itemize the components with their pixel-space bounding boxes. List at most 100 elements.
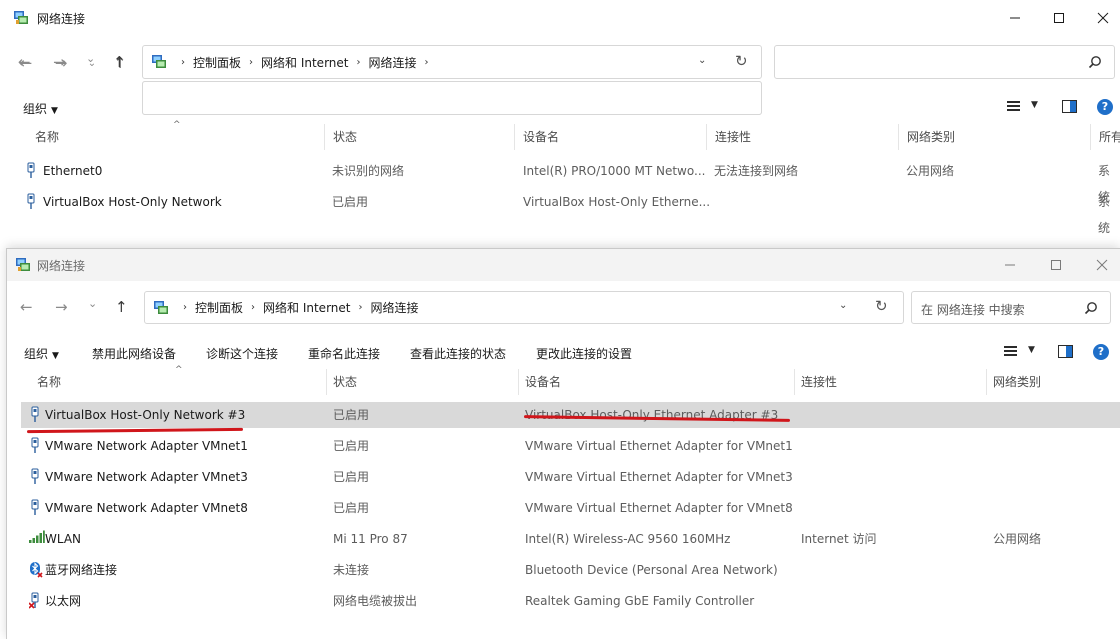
maximize-button[interactable] bbox=[1036, 0, 1082, 36]
row-device: VirtualBox Host-Only Etherne... bbox=[523, 195, 711, 209]
column-header-connectivity[interactable]: 连接性 bbox=[707, 124, 899, 150]
column-header-device[interactable]: 设备名 bbox=[519, 369, 795, 395]
row-device: Intel(R) PRO/1000 MT Netwo... bbox=[523, 164, 706, 178]
breadcrumb-network-connections[interactable]: 网络连接 bbox=[370, 299, 418, 316]
recent-locations-chevron-icon[interactable]: ⌄ bbox=[88, 297, 97, 310]
preview-pane-icon[interactable] bbox=[1062, 100, 1077, 113]
breadcrumb-control-panel[interactable]: 控制面板 bbox=[195, 299, 243, 316]
address-bar[interactable]: › 控制面板 › 网络和 Internet › 网络连接 ⌄ ↻ bbox=[144, 291, 904, 324]
breadcrumb-network-internet[interactable]: 网络和 Internet bbox=[263, 299, 350, 316]
view-options-icon[interactable] bbox=[1007, 101, 1020, 112]
title-bar: 网络连接 bbox=[0, 0, 1120, 36]
up-arrow-icon[interactable]: ↑ bbox=[113, 53, 126, 71]
window-network-connections-front: 网络连接 ← → ⌄ ↑ › 控制面板 › 网络和 Internet › 网络连… bbox=[6, 248, 1120, 639]
disable-device-button[interactable]: 禁用此网络设备 bbox=[92, 345, 176, 362]
column-header-category[interactable]: 网络类别 bbox=[899, 124, 1091, 150]
control-panel-icon bbox=[153, 300, 169, 316]
row-status: 网络电缆被拔出 bbox=[333, 594, 418, 608]
search-icon[interactable] bbox=[1088, 55, 1102, 72]
row-device: Intel(R) Wireless-AC 9560 160MHz bbox=[525, 532, 731, 546]
row-status: 未识别的网络 bbox=[332, 164, 405, 178]
table-row[interactable]: VirtualBox Host-Only Network 已启用 Virtual… bbox=[0, 189, 1120, 235]
preview-pane-icon[interactable] bbox=[1058, 345, 1073, 358]
up-arrow-icon[interactable]: ↑ bbox=[115, 298, 128, 316]
minimize-button[interactable] bbox=[1004, 259, 1016, 274]
organize-menu[interactable]: 组织 ▼ bbox=[23, 100, 58, 117]
change-settings-button[interactable]: 更改此连接的设置 bbox=[536, 345, 632, 362]
row-category: 公用网络 bbox=[906, 164, 955, 178]
column-header-status[interactable]: 状态 bbox=[325, 124, 515, 150]
refresh-icon[interactable]: ↻ bbox=[875, 297, 888, 315]
rename-connection-button[interactable]: 重命名此连接 bbox=[308, 345, 380, 362]
forward-arrow-icon[interactable]: → bbox=[55, 298, 68, 316]
ethernet-disconnected-icon bbox=[28, 592, 43, 612]
table-row[interactable]: VMware Network Adapter VMnet1 已启用 VMware V… bbox=[21, 433, 1120, 459]
organize-menu[interactable]: 组织 ▼ bbox=[24, 345, 59, 362]
address-history-dropdown-icon[interactable]: ⌄ bbox=[839, 300, 847, 311]
row-name: VMware Network Adapter VMnet8 bbox=[45, 501, 248, 515]
row-device: Bluetooth Device (Personal Area Network) bbox=[525, 563, 778, 577]
window-title: 网络连接 bbox=[37, 259, 86, 273]
row-name: WLAN bbox=[45, 532, 82, 546]
row-name: VMware Network Adapter VMnet1 bbox=[45, 439, 248, 453]
row-connectivity: Internet 访问 bbox=[801, 532, 877, 546]
row-status: 已启用 bbox=[333, 501, 370, 515]
column-header-status[interactable]: 状态 bbox=[327, 369, 519, 395]
help-icon[interactable]: ? bbox=[1093, 344, 1109, 360]
table-row[interactable]: VMware Network Adapter VMnet8 已启用 VMware V… bbox=[21, 495, 1120, 521]
ethernet-icon bbox=[29, 468, 41, 488]
address-history-dropdown-icon[interactable]: ⌄ bbox=[698, 55, 706, 66]
column-header-name[interactable]: 名称 bbox=[29, 369, 327, 395]
row-status: 已启用 bbox=[333, 439, 370, 453]
search-box[interactable]: 在 网络连接 中搜索 bbox=[911, 291, 1111, 324]
view-options-icon[interactable] bbox=[1004, 346, 1017, 357]
table-row[interactable]: 蓝牙网络连接 未连接 Bluetooth Device (Personal Area… bbox=[21, 557, 1120, 583]
view-dropdown-chevron-icon[interactable]: ▼ bbox=[1031, 100, 1038, 110]
row-device: VMware Virtual Ethernet Adapter for VMne… bbox=[525, 439, 793, 453]
diagnose-connection-button[interactable]: 诊断这个连接 bbox=[206, 345, 278, 362]
minimize-button[interactable] bbox=[992, 0, 1038, 36]
command-bar: 组织 ▼ ▼ ? bbox=[0, 92, 1120, 122]
ethernet-icon bbox=[25, 162, 37, 182]
breadcrumb-separator-icon: › bbox=[251, 302, 256, 313]
column-header-owner[interactable]: 所有 bbox=[1091, 124, 1120, 150]
help-icon[interactable]: ? bbox=[1097, 99, 1113, 115]
column-header-device[interactable]: 设备名 bbox=[515, 124, 707, 150]
window-title: 网络连接 bbox=[37, 11, 86, 26]
recent-locations-chevron-icon[interactable]: ⌄ bbox=[86, 52, 95, 65]
view-status-button[interactable]: 查看此连接的状态 bbox=[410, 345, 506, 362]
network-connections-app-icon bbox=[15, 257, 31, 276]
row-name: 以太网 bbox=[45, 594, 82, 608]
row-owner: 系统 bbox=[1098, 195, 1111, 235]
row-name: VirtualBox Host-Only Network #3 bbox=[45, 408, 246, 422]
breadcrumb-separator-icon: › bbox=[249, 56, 254, 68]
table-row[interactable]: 以太网 网络电缆被拔出 Realtek Gaming GbE Family Cont… bbox=[21, 588, 1120, 614]
forward-arrow-icon[interactable]: → bbox=[53, 53, 66, 71]
refresh-icon[interactable]: ↻ bbox=[735, 52, 748, 70]
row-status: 已启用 bbox=[333, 470, 370, 484]
column-header-row: ^ 名称 状态 设备名 连接性 网络类别 所有 bbox=[0, 120, 1120, 150]
column-header-connectivity[interactable]: 连接性 bbox=[795, 369, 987, 395]
table-row[interactable]: WLAN Mi 11 Pro 87 Intel(R) Wireless-AC 956… bbox=[21, 526, 1120, 552]
view-dropdown-chevron-icon[interactable]: ▼ bbox=[1028, 345, 1035, 355]
search-icon[interactable] bbox=[1084, 301, 1098, 318]
column-header-name[interactable]: 名称 bbox=[27, 124, 325, 150]
breadcrumb-separator-icon[interactable]: › bbox=[425, 57, 429, 68]
maximize-button[interactable] bbox=[1050, 259, 1062, 274]
back-arrow-icon[interactable]: ← bbox=[18, 53, 31, 71]
back-arrow-icon[interactable]: ← bbox=[20, 298, 33, 316]
breadcrumb-control-panel[interactable]: 控制面板 bbox=[193, 54, 241, 71]
close-button[interactable] bbox=[1096, 259, 1108, 274]
wifi-signal-icon bbox=[29, 530, 45, 547]
breadcrumb-separator-icon: › bbox=[358, 302, 363, 313]
column-header-category[interactable]: 网络类别 bbox=[987, 369, 1117, 395]
close-button[interactable] bbox=[1080, 0, 1120, 36]
row-category: 公用网络 bbox=[993, 532, 1042, 546]
address-bar[interactable]: › 控制面板 › 网络和 Internet › 网络连接 › ⌄ ↻ bbox=[142, 45, 762, 79]
table-row[interactable]: Ethernet0 未识别的网络 Intel(R) PRO/1000 MT Ne… bbox=[0, 158, 1120, 204]
breadcrumb-network-connections[interactable]: 网络连接 bbox=[368, 54, 416, 71]
search-box[interactable] bbox=[774, 45, 1115, 79]
network-connections-app-icon bbox=[13, 10, 29, 26]
table-row[interactable]: VMware Network Adapter VMnet3 已启用 VMware V… bbox=[21, 464, 1120, 490]
breadcrumb-network-internet[interactable]: 网络和 Internet bbox=[261, 54, 348, 71]
